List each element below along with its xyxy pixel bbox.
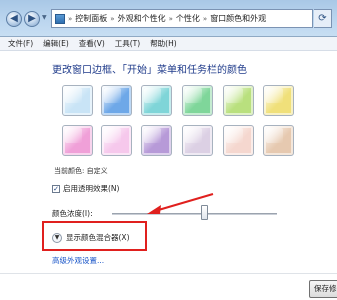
- menu-file[interactable]: 文件(F): [8, 38, 33, 49]
- transparency-option[interactable]: ✓ 启用透明效果(N): [52, 183, 119, 194]
- color-swatch-violet[interactable]: [141, 125, 172, 156]
- transparency-label: 启用透明效果(N): [63, 184, 120, 193]
- breadcrumb-separator: »: [110, 14, 115, 23]
- breadcrumb-separator: »: [202, 14, 208, 23]
- control-panel-icon: [55, 13, 65, 24]
- menu-tools[interactable]: 工具(T): [115, 38, 140, 49]
- breadcrumb-separator: »: [68, 14, 73, 23]
- color-swatch-fuchsia[interactable]: [62, 125, 93, 156]
- color-swatch-sea[interactable]: [141, 85, 172, 116]
- color-swatch-chocolate[interactable]: [263, 125, 294, 156]
- color-swatch-sky[interactable]: [62, 85, 93, 116]
- advanced-appearance-link[interactable]: 高级外观设置...: [52, 255, 104, 266]
- address-bar[interactable]: » 控制面板 » 外观和个性化 » 个性化 » 窗口颜色和外观: [51, 9, 313, 28]
- menu-bar: 文件(F) 编辑(E) 查看(V) 工具(T) 帮助(H): [0, 37, 337, 51]
- breadcrumb-control-panel[interactable]: 控制面板: [75, 13, 107, 24]
- color-swatch-lime[interactable]: [223, 85, 254, 116]
- breadcrumb-separator: »: [168, 14, 173, 23]
- main-content: 更改窗口边框、「开始」菜单和任务栏的颜色 当前颜色: 自定义 ✓ 启用透明效果(…: [0, 52, 337, 300]
- back-arrow-icon[interactable]: ◀: [6, 11, 22, 27]
- breadcrumb-personalization[interactable]: 个性化: [176, 13, 200, 24]
- transparency-checkbox[interactable]: ✓: [52, 184, 60, 193]
- menu-view[interactable]: 查看(V): [79, 38, 105, 49]
- recent-pages-chevron-icon[interactable]: ▼: [42, 14, 47, 21]
- current-color-label: 当前颜色: 自定义: [54, 167, 108, 175]
- forward-arrow-icon[interactable]: ▶: [24, 11, 40, 27]
- bottom-action-bar: 保存修改: [0, 273, 337, 300]
- color-swatch-lavender[interactable]: [182, 125, 213, 156]
- menu-help[interactable]: 帮助(H): [150, 38, 177, 49]
- window-titlebar: ◀ ▶ ▼ » 控制面板 » 外观和个性化 » 个性化 » 窗口颜色和外观 ⟳: [0, 0, 337, 37]
- refresh-icon[interactable]: ⟳: [314, 9, 332, 28]
- annotation-highlight-box: [42, 221, 147, 251]
- page-title: 更改窗口边框、「开始」菜单和任务栏的颜色: [52, 65, 247, 76]
- color-swatch-twilight[interactable]: [101, 85, 132, 116]
- color-swatch-leaf[interactable]: [182, 85, 213, 116]
- color-swatch-gold[interactable]: [263, 85, 294, 116]
- breadcrumb-window-color[interactable]: 窗口颜色和外观: [210, 13, 266, 24]
- color-intensity-label: 颜色浓度(I):: [52, 209, 93, 218]
- color-swatch-blush[interactable]: [101, 125, 132, 156]
- menu-edit[interactable]: 编辑(E): [43, 38, 69, 49]
- breadcrumb-appearance[interactable]: 外观和个性化: [118, 13, 166, 24]
- color-swatch-taupe[interactable]: [223, 125, 254, 156]
- annotation-arrow: [147, 193, 214, 214]
- save-changes-button[interactable]: 保存修改: [309, 280, 337, 298]
